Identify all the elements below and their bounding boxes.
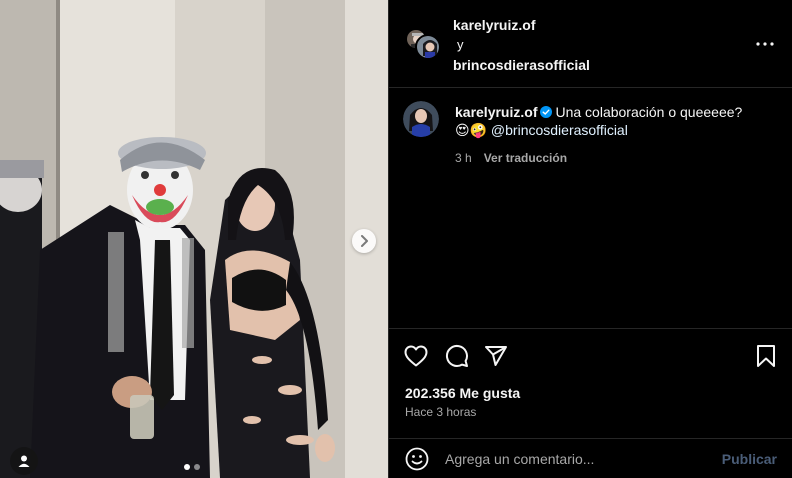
bookmark-icon [757, 345, 775, 367]
caption-avatar[interactable] [403, 101, 439, 137]
post-timestamp[interactable]: Hace 3 horas [405, 405, 476, 419]
share-button[interactable] [483, 343, 509, 369]
save-button[interactable] [753, 343, 779, 369]
emoji-picker-button[interactable] [405, 447, 429, 471]
caption-emojis: 😍🤪 [455, 122, 488, 138]
carousel-indicator [184, 464, 200, 470]
collab-avatars[interactable] [405, 28, 441, 64]
caption-time[interactable]: 3 h [455, 149, 472, 167]
collab-conjunction: y [457, 37, 464, 52]
comment-button[interactable] [444, 343, 470, 369]
caption-meta: 3 h Ver traducción [455, 149, 785, 167]
translate-button[interactable]: Ver traducción [484, 149, 567, 167]
tagged-users-button[interactable] [10, 447, 38, 475]
publish-button[interactable]: Publicar [722, 451, 777, 467]
caption-line-2: 😍🤪 @brincosdierasofficial [455, 121, 785, 139]
avatar [415, 34, 441, 60]
comment-input[interactable] [445, 449, 705, 469]
smiley-icon [405, 447, 429, 471]
like-button[interactable] [403, 343, 429, 369]
like-count[interactable]: 202.356 Me gusta [405, 385, 520, 401]
author-username[interactable]: karelyruiz.of [453, 15, 590, 35]
carousel-dot-active [184, 464, 190, 470]
caption-text: Una colaboración o queeeee? [555, 104, 743, 120]
caption-username[interactable]: karelyruiz.of [455, 104, 537, 120]
post-header: karelyruiz.of y brincosdierasofficial [389, 0, 792, 88]
heart-icon [404, 345, 428, 367]
post-media[interactable] [0, 0, 388, 478]
caption-body: karelyruiz.of Una colaboración o queeeee… [455, 103, 785, 167]
verified-badge-icon [540, 106, 553, 118]
collaborator-username[interactable]: brincosdierasofficial [453, 55, 590, 75]
more-horizontal-icon [756, 42, 774, 46]
carousel-dot [194, 464, 200, 470]
user-tag-icon [18, 455, 30, 467]
comment-icon [445, 344, 468, 367]
carousel-next-button[interactable] [352, 229, 376, 253]
post-photo [0, 0, 388, 478]
post-side-panel: karelyruiz.of y brincosdierasofficial ka… [388, 0, 792, 478]
comment-bar: Publicar [389, 438, 792, 478]
caption-mention[interactable]: @brincosdierasofficial [491, 122, 628, 138]
more-options-button[interactable] [755, 34, 775, 54]
post-actions: 202.356 Me gusta Hace 3 horas [389, 328, 792, 432]
share-icon [485, 346, 507, 366]
chevron-right-icon [361, 235, 368, 247]
post-header-names: karelyruiz.of y brincosdierasofficial [453, 15, 590, 75]
